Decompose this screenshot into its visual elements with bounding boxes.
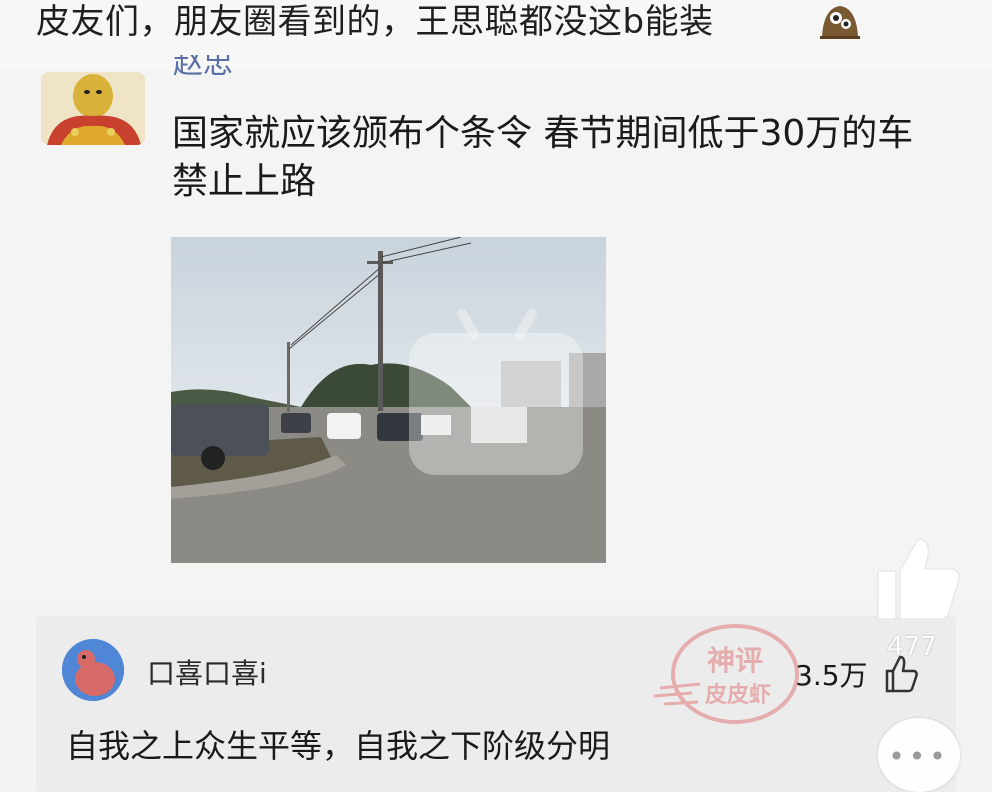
reply-avatar[interactable] — [62, 639, 124, 701]
watermark-line2: 皮皮虾 — [705, 682, 771, 707]
reply-text: 自我之上众生平等，自我之下阶级分明 — [66, 727, 611, 765]
post-header: 皮友们，朋友圈看到的，王思聪都没这b能装 — [0, 0, 992, 70]
watermark-line1: 神评 — [707, 645, 763, 676]
reply-username[interactable]: 口喜口喜i — [147, 657, 267, 691]
comment-username[interactable]: 赵忠 — [173, 55, 233, 83]
side-thumbs-up-icon[interactable] — [872, 535, 964, 625]
avatar-image — [41, 72, 145, 145]
avatar[interactable] — [41, 72, 145, 145]
post-title: 皮友们，朋友圈看到的，王思聪都没这b能装 — [36, 2, 714, 42]
shenping-watermark: 神评 皮皮虾 — [653, 624, 799, 724]
road-traffic-photo — [171, 237, 606, 563]
shocked-face-icon — [820, 6, 860, 39]
side-like-count: 477 — [887, 632, 937, 662]
more-dots-icon: ••• — [888, 740, 950, 773]
comment-photo[interactable] — [171, 237, 606, 563]
comment-text: 国家就应该颁布个条令 春节期间低于30万的车禁止上路 — [172, 113, 914, 202]
avatar-image — [62, 639, 124, 701]
more-button[interactable]: ••• — [878, 718, 960, 792]
